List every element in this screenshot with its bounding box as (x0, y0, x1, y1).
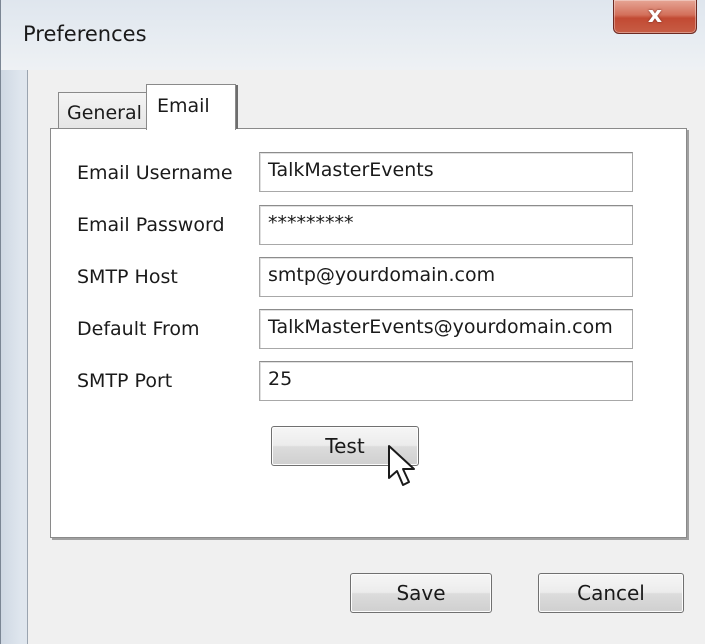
close-button[interactable]: x (613, 0, 697, 34)
title-bar[interactable]: Preferences x (1, 0, 705, 70)
save-button[interactable]: Save (350, 573, 492, 613)
email-username-label: Email Username (77, 162, 233, 184)
default-from-field[interactable]: TalkMasterEvents@yourdomain.com (259, 309, 633, 349)
email-tab-panel: Email Username TalkMasterEvents Email Pa… (50, 128, 687, 538)
tab-general-label: General (67, 102, 142, 124)
tab-email-label: Email (157, 95, 210, 117)
tab-email[interactable]: Email (146, 84, 236, 130)
cancel-button[interactable]: Cancel (538, 573, 684, 613)
window-title: Preferences (23, 22, 147, 46)
smtp-host-field[interactable]: smtp@yourdomain.com (259, 257, 633, 297)
dialog-client-area: General Email Username TalkMasterEvents … (27, 70, 705, 644)
preferences-window: Preferences x General Email Username Tal… (0, 0, 705, 644)
email-username-field[interactable]: TalkMasterEvents (259, 152, 633, 192)
email-password-label: Email Password (77, 214, 225, 236)
default-from-label: Default From (77, 318, 200, 340)
email-password-field[interactable]: ********* (259, 205, 633, 245)
smtp-port-field[interactable]: 25 (259, 361, 633, 401)
smtp-host-label: SMTP Host (77, 266, 178, 288)
pointer-cursor-icon (388, 445, 415, 486)
close-icon: x (647, 3, 663, 28)
smtp-port-label: SMTP Port (77, 370, 173, 392)
